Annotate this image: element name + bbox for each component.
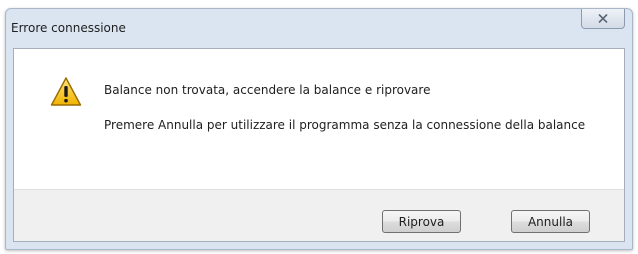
- warning-icon: [50, 77, 82, 106]
- instruction-message: Premere Annulla per utilizzare il progra…: [104, 118, 586, 132]
- close-icon: [598, 14, 608, 23]
- retry-button[interactable]: Riprova: [382, 210, 461, 233]
- title-bar[interactable]: Errore connessione: [6, 9, 632, 48]
- dialog-body: Balance non trovata, accendere la balanc…: [13, 48, 625, 242]
- dialog-title: Errore connessione: [11, 21, 126, 35]
- dialog-window: Errore connessione Balance non trovata, …: [5, 8, 633, 250]
- cancel-button[interactable]: Annulla: [511, 210, 590, 233]
- button-bar: Riprova Annulla: [14, 189, 624, 241]
- message-area: Balance non trovata, accendere la balanc…: [14, 49, 624, 189]
- close-button[interactable]: [581, 9, 625, 29]
- error-message: Balance non trovata, accendere la balanc…: [104, 83, 431, 97]
